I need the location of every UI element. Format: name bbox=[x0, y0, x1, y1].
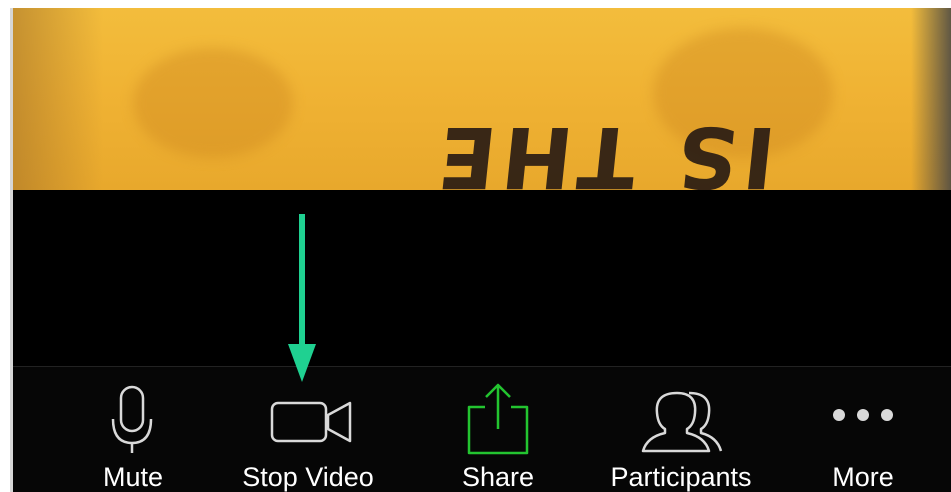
shirt-fold bbox=[133, 48, 293, 158]
meeting-toolbar: Mute Stop Video Share Participants More bbox=[13, 366, 951, 492]
share-label: Share bbox=[461, 462, 535, 492]
stop-video-label: Stop Video bbox=[242, 462, 374, 492]
mute-label: Mute bbox=[102, 462, 164, 492]
self-video-feed: IS THE bbox=[13, 8, 951, 190]
video-letterbox bbox=[13, 190, 951, 366]
participants-button[interactable]: Participants bbox=[601, 367, 761, 492]
mute-button[interactable]: Mute bbox=[73, 367, 193, 492]
video-shadow-left bbox=[13, 8, 103, 190]
more-dots-icon bbox=[831, 407, 895, 428]
video-shadow-right bbox=[911, 8, 951, 190]
share-button[interactable]: Share bbox=[443, 367, 553, 492]
more-button[interactable]: More bbox=[813, 367, 913, 492]
participants-label: Participants bbox=[610, 462, 752, 492]
microphone-icon bbox=[109, 385, 157, 460]
video-camera-icon bbox=[270, 397, 354, 452]
participants-icon bbox=[639, 389, 723, 460]
shirt-print-graphic: IS THE bbox=[427, 108, 781, 190]
meeting-window: IS THE Mute Stop Video Share Participant… bbox=[10, 8, 951, 492]
share-upload-icon bbox=[463, 381, 533, 462]
more-label: More bbox=[832, 462, 894, 492]
annotation-arrow-icon bbox=[287, 212, 317, 389]
